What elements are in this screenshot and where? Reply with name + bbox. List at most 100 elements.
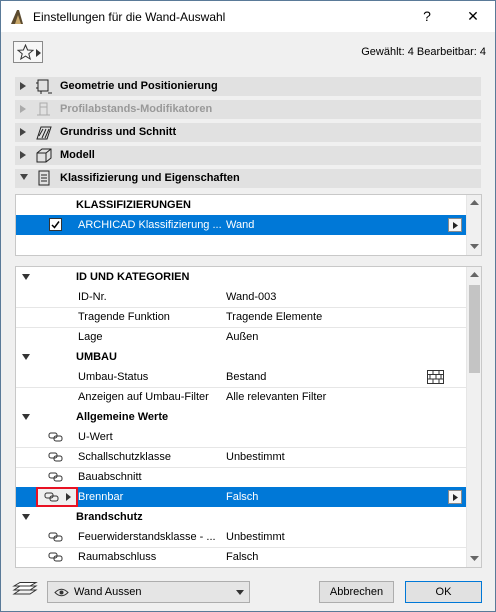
property-name: Brennbar — [78, 491, 124, 503]
property-row[interactable]: ID-Nr. Wand-003 — [16, 287, 466, 307]
chevron-right-icon — [66, 493, 71, 501]
model-icon — [36, 148, 52, 163]
brick-wall-icon[interactable] — [427, 370, 444, 384]
property-name: Lage — [78, 331, 103, 343]
property-value[interactable]: Unbestimmt — [226, 451, 285, 463]
section-label: Geometrie und Positionierung — [60, 80, 218, 92]
collapse-arrow-icon — [22, 514, 30, 520]
chevron-right-icon — [453, 494, 458, 501]
window-title: Einstellungen für die Wand-Auswahl — [33, 10, 226, 24]
layer-select[interactable]: Wand Aussen — [47, 581, 250, 603]
scroll-down-icon[interactable] — [470, 554, 479, 563]
link-icon[interactable] — [48, 452, 64, 462]
section-floor-plan[interactable]: Grundriss und Schnitt — [15, 123, 481, 142]
link-icon[interactable] — [48, 552, 64, 562]
section-profile-offset: Profilabstands-Modifikatoren — [15, 100, 481, 119]
property-value[interactable]: Tragende Elemente — [226, 311, 322, 323]
property-name: Umbau-Status — [78, 371, 149, 383]
expand-arrow-icon — [20, 105, 26, 113]
value-dropdown-button[interactable] — [448, 490, 462, 504]
eye-icon — [54, 588, 69, 597]
section-label: Profilabstands-Modifikatoren — [60, 103, 213, 115]
cancel-button[interactable]: Abbrechen — [319, 581, 394, 603]
group-header-umbau[interactable]: UMBAU — [16, 347, 466, 367]
section-geometry[interactable]: Geometrie und Positionierung — [15, 77, 481, 96]
property-name: Feuerwiderstandsklasse - ... — [78, 531, 216, 543]
scroll-up-icon[interactable] — [470, 199, 479, 208]
property-value[interactable]: Falsch — [226, 551, 258, 563]
property-row-selected[interactable]: Brennbar Falsch — [16, 487, 466, 507]
property-value[interactable]: Alle relevanten Filter — [226, 391, 326, 403]
scroll-down-icon[interactable] — [470, 242, 479, 251]
link-icon[interactable] — [48, 472, 64, 482]
group-title: Allgemeine Werte — [76, 411, 169, 423]
property-row[interactable]: Raumabschluss Falsch — [16, 547, 466, 567]
group-title: ID UND KATEGORIEN — [76, 271, 190, 283]
link-icon[interactable] — [48, 432, 64, 442]
link-icon[interactable] — [48, 532, 64, 542]
classification-icon — [38, 170, 50, 186]
profile-offset-icon — [37, 102, 50, 116]
expand-arrow-icon — [20, 82, 26, 90]
property-row[interactable]: Bauabschnitt — [16, 467, 466, 487]
scroll-thumb[interactable] — [469, 285, 480, 373]
expand-arrow-icon — [20, 128, 26, 136]
chevron-down-icon — [236, 590, 244, 595]
archicad-app-icon — [11, 10, 23, 24]
group-header-brandschutz[interactable]: Brandschutz — [16, 507, 466, 527]
section-label: Grundriss und Schnitt — [60, 126, 177, 138]
section-classification[interactable]: Klassifizierung und Eigenschaften — [15, 169, 481, 188]
chevron-right-icon — [453, 222, 458, 229]
property-row[interactable]: Tragende Funktion Tragende Elemente — [16, 307, 466, 327]
star-icon — [17, 44, 34, 60]
layer-select-value: Wand Aussen — [74, 586, 142, 598]
property-value[interactable]: Falsch — [226, 491, 258, 503]
property-value[interactable]: Wand-003 — [226, 291, 276, 303]
classification-scrollbar[interactable] — [466, 195, 481, 255]
group-header-allgemein[interactable]: Allgemeine Werte — [16, 407, 466, 427]
group-header-id[interactable]: ID UND KATEGORIEN — [16, 267, 466, 287]
property-row[interactable]: Anzeigen auf Umbau-Filter Alle relevante… — [16, 387, 466, 407]
property-row[interactable]: Schallschutzklasse Unbestimmt — [16, 447, 466, 467]
classification-value: Wand — [226, 219, 255, 231]
expand-arrow-icon — [20, 151, 26, 159]
chevron-right-icon — [36, 49, 41, 57]
classification-row[interactable]: ARCHICAD Klassifizierung ... Wand — [16, 215, 466, 235]
favorites-button[interactable] — [13, 41, 43, 63]
classification-panel: KLASSIFIZIERUNGEN ARCHICAD Klassifizieru… — [15, 194, 482, 256]
properties-panel: ID UND KATEGORIEN ID-Nr. Wand-003 Tragen… — [15, 266, 482, 568]
collapse-arrow-icon — [20, 174, 28, 180]
link-menu-button[interactable] — [36, 487, 78, 507]
group-title: Brandschutz — [76, 511, 143, 523]
property-name: Bauabschnitt — [78, 471, 142, 483]
property-value[interactable]: Bestand — [226, 371, 266, 383]
checkbox-checked[interactable] — [49, 218, 62, 231]
property-name: Anzeigen auf Umbau-Filter — [78, 391, 209, 403]
scroll-up-icon[interactable] — [470, 271, 479, 280]
classification-dropdown-button[interactable] — [448, 218, 462, 232]
ok-button[interactable]: OK — [405, 581, 482, 603]
link-icon — [44, 492, 59, 502]
property-name: Raumabschluss — [78, 551, 157, 563]
collapse-arrow-icon — [22, 274, 30, 280]
property-name: Schallschutzklasse — [78, 451, 171, 463]
layers-icon — [12, 582, 38, 595]
properties-scrollbar[interactable] — [466, 267, 481, 567]
classification-header-row: KLASSIFIZIERUNGEN — [16, 195, 466, 215]
settings-dialog: Einstellungen für die Wand-Auswahl ? ✕ G… — [0, 0, 496, 612]
property-value[interactable]: Unbestimmt — [226, 531, 285, 543]
classification-name: ARCHICAD Klassifizierung ... — [78, 219, 222, 231]
selection-info: Gewählt: 4 Bearbeitbar: 4 — [361, 46, 486, 58]
help-button[interactable]: ? — [413, 5, 441, 27]
geometry-icon — [36, 79, 52, 94]
property-row[interactable]: U-Wert — [16, 427, 466, 447]
property-value[interactable]: Außen — [226, 331, 258, 343]
close-button[interactable]: ✕ — [459, 5, 487, 27]
section-model[interactable]: Modell — [15, 146, 481, 165]
section-label: Modell — [60, 149, 95, 161]
property-row[interactable]: Lage Außen — [16, 327, 466, 347]
property-row[interactable]: Umbau-Status Bestand — [16, 367, 466, 387]
property-row[interactable]: Feuerwiderstandsklasse - ... Unbestimmt — [16, 527, 466, 547]
collapse-arrow-icon — [22, 414, 30, 420]
title-bar: Einstellungen für die Wand-Auswahl ? ✕ — [1, 1, 495, 32]
